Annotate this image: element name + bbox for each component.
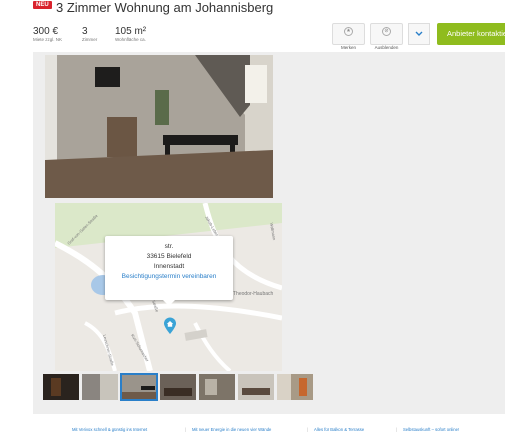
fact-rooms-value: 3 [82, 26, 88, 37]
thumbnail-image [82, 374, 118, 400]
thumbnail[interactable] [238, 374, 274, 400]
thumbnail[interactable] [277, 374, 313, 400]
address-district: Innenstadt [153, 263, 185, 270]
map-address-popup: str. 33615 Bielefeld Innenstadt Besichti… [105, 236, 233, 306]
footer-link-balcony[interactable]: Alles für Balkon & Terrasse [314, 427, 364, 432]
hide-label: Ausblenden [374, 45, 399, 50]
hide-icon: ⊘ [382, 27, 391, 36]
fact-rooms-label: Zimmer [82, 37, 98, 42]
fact-rent-value: 300 € [33, 26, 59, 37]
thumbnail[interactable] [199, 374, 235, 400]
contact-provider-button[interactable]: Anbieter kontaktieren [437, 23, 505, 45]
bookmark-label: Merken [340, 45, 356, 50]
fact-rooms: 3 Zimmer [82, 26, 97, 43]
thumbnail[interactable] [43, 374, 79, 400]
footer-links: Mit Verivox schnell & günstig ins Intern… [0, 425, 505, 434]
address-city: 33615 Bielefeld [146, 253, 192, 260]
thumbnail-image [277, 374, 313, 400]
home-pin-icon[interactable] [163, 317, 177, 335]
thumbnail[interactable] [82, 374, 118, 400]
fact-area-label: Wohnfläche ca. [115, 37, 146, 42]
thumbnail-image [238, 374, 274, 400]
star-icon: ★ [344, 27, 353, 36]
footer-separator: | [185, 427, 187, 432]
fact-area-value: 105 m² [115, 26, 147, 37]
more-options-button[interactable] [408, 23, 430, 45]
street-label: Theodor-Haubach [233, 291, 274, 297]
thumbnail-image [43, 374, 79, 400]
footer-separator: | [307, 427, 309, 432]
fact-area: 105 m² Wohnfläche ca. [115, 26, 146, 43]
footer-link-selfdisclosure[interactable]: Selbstauskunft – sofort online! [403, 427, 459, 432]
viewing-appointment-link[interactable]: Besichtigungstermin vereinbaren [105, 272, 233, 282]
thumbnail[interactable] [160, 374, 196, 400]
footer-link-internet[interactable]: Mit Verivox schnell & günstig ins Intern… [72, 427, 147, 432]
fact-rent: 300 € Miete zzgl. NK [33, 26, 62, 43]
listing-header: NEU 3 Zimmer Wohnung am Johannisberg 300… [0, 0, 505, 52]
thumbnail-image [199, 374, 235, 400]
thumbnail-selected[interactable] [120, 373, 158, 401]
address-street: str. [164, 243, 174, 250]
new-badge: NEU [33, 1, 52, 9]
bookmark-button[interactable]: ★ Merken [332, 23, 365, 50]
thumbnail-image [121, 374, 157, 400]
room-photo-image [45, 55, 273, 198]
chevron-down-icon [415, 31, 423, 36]
main-photo[interactable] [45, 55, 273, 198]
listing-title: 3 Zimmer Wohnung am Johannisberg [56, 0, 274, 15]
thumbnail-image [160, 374, 196, 400]
hide-button[interactable]: ⊘ Ausblenden [370, 23, 403, 50]
fact-rent-label: Miete zzgl. NK [33, 37, 63, 42]
footer-separator: | [396, 427, 398, 432]
footer-link-energy[interactable]: Mit neuer Energie in die neuen vier Wänd… [192, 427, 271, 432]
